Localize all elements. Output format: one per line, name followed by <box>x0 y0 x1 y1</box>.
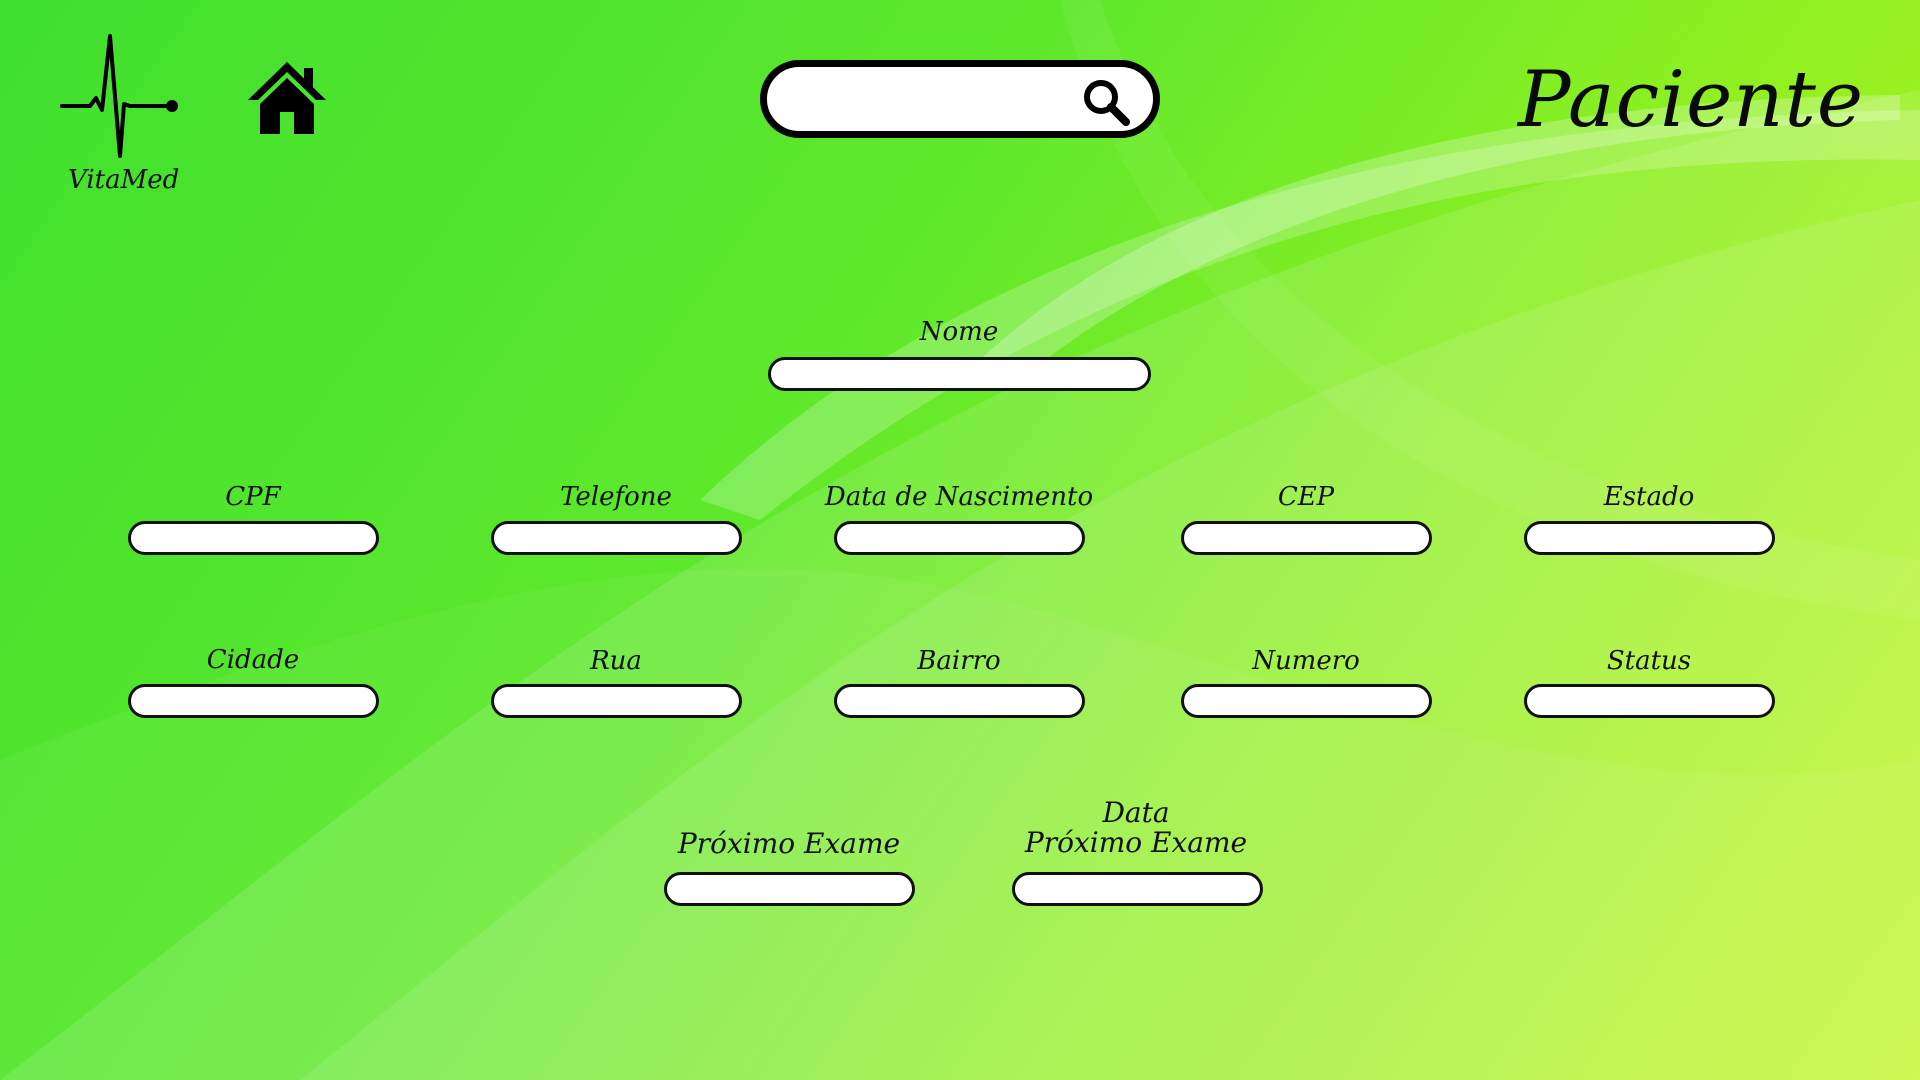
data-nascimento-label: Data de Nascimento <box>824 482 1094 512</box>
logo-text: VitaMed <box>68 165 180 195</box>
page-title: Paciente <box>1517 55 1864 145</box>
heartbeat-pulse-icon <box>60 34 180 168</box>
proximo-exame-label: Próximo Exame <box>677 827 901 860</box>
numero-label: Numero <box>1252 646 1360 676</box>
rua-input[interactable] <box>491 684 742 718</box>
data-proximo-exame-input[interactable] <box>1012 872 1263 906</box>
proximo-exame-input[interactable] <box>664 872 915 906</box>
estado-input[interactable] <box>1524 521 1775 555</box>
search-icon[interactable] <box>1081 77 1131 131</box>
search-bar[interactable] <box>760 60 1160 138</box>
numero-input[interactable] <box>1181 684 1432 718</box>
data-proximo-exame-label: Data Próximo Exame <box>1025 798 1247 858</box>
data-nascimento-input[interactable] <box>834 521 1085 555</box>
nome-label: Nome <box>919 317 999 347</box>
telefone-input[interactable] <box>491 521 742 555</box>
search-input[interactable] <box>789 75 1073 125</box>
rua-label: Rua <box>590 646 642 676</box>
home-icon[interactable] <box>246 60 328 140</box>
estado-label: Estado <box>1603 482 1695 512</box>
data-proximo-exame-label-line2: Próximo Exame <box>1024 826 1248 859</box>
data-proximo-exame-label-line1: Data <box>1102 796 1170 829</box>
status-label: Status <box>1606 646 1692 676</box>
cidade-label: Cidade <box>206 645 300 675</box>
cpf-label: CPF <box>225 482 281 512</box>
nome-input[interactable] <box>768 357 1151 391</box>
bairro-input[interactable] <box>834 684 1085 718</box>
cpf-input[interactable] <box>128 521 379 555</box>
telefone-label: Telefone <box>560 482 672 512</box>
cidade-input[interactable] <box>128 684 379 718</box>
cep-label: CEP <box>1277 482 1335 512</box>
status-input[interactable] <box>1524 684 1775 718</box>
cep-input[interactable] <box>1181 521 1432 555</box>
bairro-label: Bairro <box>917 646 1001 676</box>
